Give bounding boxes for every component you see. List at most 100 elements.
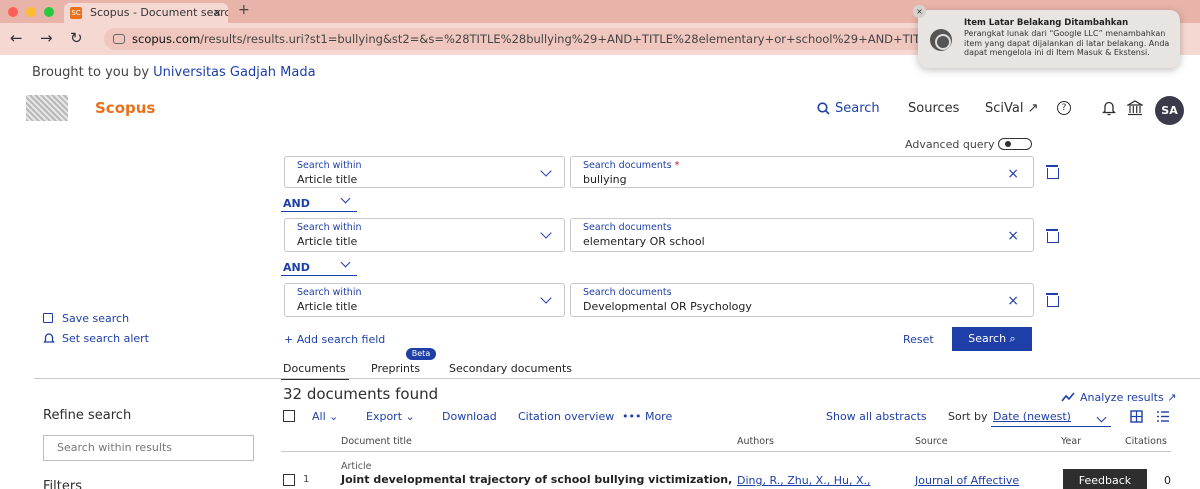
institution-banner: Brought to you by Universitas Gadjah Mad…: [32, 65, 316, 80]
reset-button[interactable]: Reset: [903, 333, 934, 346]
analyze-results-link[interactable]: Analyze results ↗: [1080, 391, 1176, 404]
search-documents-input-3[interactable]: Search documents Developmental OR Psycho…: [570, 283, 1034, 317]
institution-link[interactable]: Universitas Gadjah Mada: [153, 65, 315, 80]
all-dropdown[interactable]: All ⌄: [312, 410, 338, 423]
notification-title: Item Latar Belakang Ditambahkan: [964, 18, 1129, 28]
nav-search[interactable]: Search: [835, 101, 880, 116]
clear-icon[interactable]: ×: [1007, 166, 1019, 182]
tab-preprints[interactable]: Preprints: [371, 362, 420, 375]
tab-title: Scopus - Document search re: [90, 6, 228, 19]
search-documents-value: bullying: [583, 173, 627, 186]
chevron-down-icon: [540, 292, 552, 304]
url-field[interactable]: scopus.com/results/results.uri?st1=bully…: [104, 28, 964, 50]
column-citations[interactable]: Citations: [1125, 436, 1167, 447]
tab-documents[interactable]: Documents: [283, 362, 346, 375]
chevron-down-icon[interactable]: [340, 257, 351, 268]
forward-icon[interactable]: →: [40, 29, 53, 47]
list-view-icon[interactable]: [1156, 410, 1170, 423]
minimize-window-button[interactable]: [26, 7, 36, 17]
sort-select-underline: [991, 426, 1111, 427]
brought-prefix: Brought to you by: [32, 65, 154, 80]
source-link[interactable]: Journal of Affective: [915, 474, 1019, 487]
institution-icon[interactable]: [1127, 100, 1143, 116]
search-button[interactable]: Search ⌕: [952, 327, 1032, 351]
search-within-label: Search within: [297, 287, 362, 298]
search-within-select-2[interactable]: Search within Article title: [284, 218, 565, 252]
bookmark-icon: [43, 313, 53, 323]
scopus-favicon-icon: SC: [70, 7, 82, 19]
search-within-select-3[interactable]: Search within Article title: [284, 283, 565, 317]
notification-close-icon[interactable]: ×: [913, 5, 926, 18]
document-title-link[interactable]: Joint developmental trajectory of school…: [341, 473, 732, 486]
scopus-brand[interactable]: Scopus: [95, 99, 155, 117]
sort-select[interactable]: Date (newest): [993, 410, 1071, 423]
clear-icon[interactable]: ×: [1007, 293, 1019, 309]
more-button[interactable]: ••• More: [622, 410, 672, 423]
search-within-results-input[interactable]: Search within results: [43, 435, 254, 461]
browser-tab[interactable]: SC Scopus - Document search re ×: [64, 3, 228, 23]
nav-sources[interactable]: Sources: [908, 101, 959, 116]
delete-row-icon[interactable]: [1046, 229, 1059, 243]
search-documents-value: elementary OR school: [583, 235, 705, 248]
operator-underline: [281, 211, 357, 212]
close-window-button[interactable]: [8, 7, 18, 17]
chevron-down-icon[interactable]: [340, 193, 351, 204]
boolean-operator-2[interactable]: AND: [283, 261, 310, 274]
authors-links[interactable]: Ding, R., Zhu, X., Hu, X.,: [737, 474, 870, 487]
tab-secondary-documents[interactable]: Secondary documents: [449, 362, 572, 375]
document-type: Article: [341, 461, 372, 472]
delete-row-icon[interactable]: [1046, 165, 1059, 179]
system-notification[interactable]: × Item Latar Belakang Ditambahkan Perang…: [913, 5, 1180, 68]
clear-icon[interactable]: ×: [1007, 228, 1019, 244]
search-icon: [817, 102, 830, 115]
column-year[interactable]: Year: [1061, 436, 1081, 447]
save-search-link[interactable]: Save search: [62, 312, 129, 325]
add-search-field-button[interactable]: + Add search field: [284, 333, 385, 346]
search-documents-label: Search documents: [583, 222, 672, 233]
nav-scival[interactable]: SciVal ↗: [985, 101, 1039, 116]
column-document-title[interactable]: Document title: [341, 436, 412, 447]
beta-badge: Beta: [406, 348, 436, 360]
user-avatar[interactable]: SA: [1155, 96, 1184, 125]
export-label: Export: [366, 410, 403, 423]
required-marker: *: [674, 160, 680, 171]
download-button[interactable]: Download: [442, 410, 497, 423]
grid-view-icon[interactable]: [1130, 410, 1143, 423]
search-within-label: Search within: [297, 222, 362, 233]
set-search-alert-link[interactable]: Set search alert: [62, 332, 149, 345]
boolean-operator-1[interactable]: AND: [283, 197, 310, 210]
elsevier-logo[interactable]: [26, 95, 68, 121]
delete-row-icon[interactable]: [1046, 293, 1059, 307]
export-dropdown[interactable]: Export ⌄: [366, 410, 415, 423]
citation-overview-button[interactable]: Citation overview: [518, 410, 614, 423]
filters-heading: Filters: [43, 479, 82, 489]
login-items-icon: [930, 29, 952, 51]
column-authors[interactable]: Authors: [737, 436, 774, 447]
sort-by-label: Sort by: [948, 410, 988, 423]
back-icon[interactable]: ←: [10, 29, 23, 47]
column-source[interactable]: Source: [915, 436, 948, 447]
site-settings-icon[interactable]: [113, 34, 125, 44]
chevron-down-icon: [540, 165, 552, 177]
bell-icon[interactable]: [1102, 100, 1116, 116]
notification-body: Perangkat lunak dari “Google LLC” menamb…: [964, 29, 1170, 57]
tab-close-icon[interactable]: ×: [213, 3, 222, 23]
select-all-checkbox[interactable]: [283, 410, 295, 422]
operator-underline: [281, 275, 357, 276]
chevron-down-icon: [1096, 412, 1107, 423]
help-icon[interactable]: ?: [1057, 101, 1071, 115]
show-all-abstracts-button[interactable]: Show all abstracts: [826, 410, 927, 423]
search-within-value: Article title: [297, 235, 358, 248]
search-documents-value: Developmental OR Psychology: [583, 300, 752, 313]
citation-count: 0: [1164, 474, 1171, 487]
maximize-window-button[interactable]: [44, 7, 54, 17]
feedback-button[interactable]: Feedback: [1063, 469, 1147, 489]
search-within-select-1[interactable]: Search within Article title: [284, 156, 565, 188]
advanced-query-toggle[interactable]: [998, 138, 1032, 150]
reload-icon[interactable]: ↻: [70, 29, 83, 47]
section-divider: [34, 378, 1200, 379]
result-checkbox[interactable]: [283, 474, 295, 486]
search-documents-input-1[interactable]: Search documents * bullying ×: [570, 156, 1034, 188]
search-documents-input-2[interactable]: Search documents elementary OR school ×: [570, 218, 1034, 252]
new-tab-button[interactable]: +: [238, 2, 250, 18]
